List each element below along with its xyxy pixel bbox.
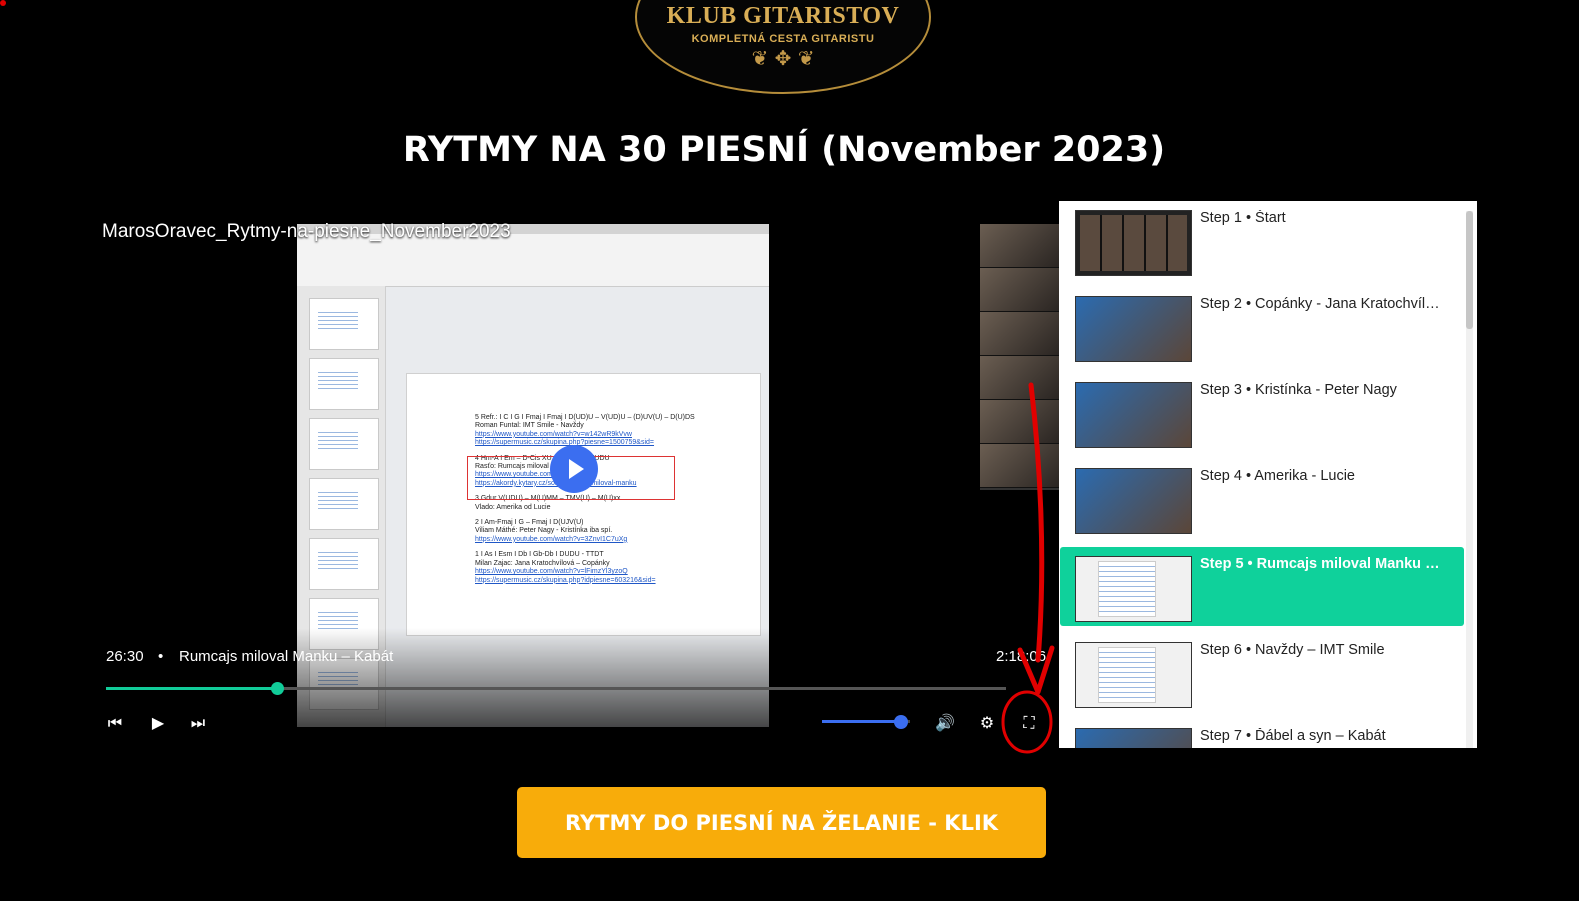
volume-icon[interactable]: 🔊 (934, 712, 956, 734)
skip-forward-icon[interactable]: ⏭ (187, 712, 209, 734)
slide-line: 1 I As I Esm I Db I Gb-Db I DUDU - TTDT (475, 551, 604, 559)
slide-line (475, 512, 765, 519)
chapter-separator: • (158, 648, 164, 665)
slide-line: Viliam Máthé: Peter Nagy - Kristínka iba… (475, 527, 613, 535)
step-label: Step 2 • Copánky - Jana Kratochvílová (1200, 296, 1440, 312)
play-icon[interactable]: ▶ (147, 712, 169, 734)
step-thumbnail (1075, 382, 1192, 448)
slide-line: Roman Funtal: IMT Smile - Navždy (475, 422, 584, 430)
video-player[interactable]: 5 Refr.: I C I G I Fmaj I Fmaj I D(UD)U … (86, 201, 1059, 748)
slide-line (475, 448, 765, 455)
step-thumbnail (1075, 642, 1192, 708)
step-label: Step 4 • Amerika - Lucie (1200, 468, 1355, 484)
step-label: Step 7 • Ďábel a syn – Kabát (1200, 728, 1386, 744)
playlist-item[interactable]: Step 6 • Navždy – IMT Smile (1060, 633, 1464, 712)
video-participants (980, 224, 1059, 490)
logo-ornament-icon: ❦ ✥ ❦ (751, 46, 815, 70)
step-label: Step 5 • Rumcajs miloval Manku – Kabát (1200, 556, 1440, 572)
step-thumbnail (1075, 296, 1192, 362)
slide-line: https://www.youtube.com/watch?v=3ZnvI1C7… (475, 535, 628, 543)
playlist-item[interactable]: Step 7 • Ďábel a syn – Kabát (1060, 719, 1464, 748)
progress-handle[interactable] (271, 682, 284, 695)
skip-back-icon[interactable]: ⏮ (104, 712, 126, 734)
fullscreen-icon[interactable]: ⛶ (1018, 712, 1040, 734)
playlist-sidebar[interactable]: Step 1 • Štart Step 2 • Copánky - Jana K… (1059, 201, 1477, 748)
step-thumbnail (1075, 556, 1192, 622)
big-play-icon[interactable] (550, 445, 598, 493)
video-title: MarosOravec_Rytmy-na-piesne_November2023 (102, 221, 511, 242)
slide-line: Vlado: Amerika od Lucie (475, 503, 551, 511)
annotation-dot (0, 0, 6, 6)
current-chapter: Rumcajs miloval Manku – Kabát (179, 648, 394, 665)
progress-fill (106, 687, 277, 690)
playlist-scroll-thumb[interactable] (1466, 211, 1473, 329)
logo-subtitle: KOMPLETNÁ CESTA GITARISTU (691, 33, 875, 45)
slide-line: https://supermusic.cz/skupina.php?idpies… (475, 576, 656, 584)
site-logo[interactable]: KLUB GITARISTOV KOMPLETNÁ CESTA GITARIST… (635, 0, 931, 94)
playlist-item[interactable]: Step 1 • Štart (1060, 201, 1464, 280)
slide-line: 2 I Am-Fmaj I G – Fmaj I D(UJV(U) (475, 519, 584, 527)
playlist-item[interactable]: Step 5 • Rumcajs miloval Manku – Kabát (1060, 547, 1464, 626)
slide-line: Milan Zajac: Jana Kratochvílová – Copánk… (475, 559, 610, 567)
total-time: 2:18:06 (996, 648, 1047, 665)
step-thumbnail (1075, 728, 1192, 748)
playlist-item[interactable]: Step 2 • Copánky - Jana Kratochvílová (1060, 287, 1464, 366)
settings-icon[interactable]: ⚙ (976, 712, 998, 734)
slide-line (475, 544, 765, 551)
step-thumbnail (1075, 468, 1192, 534)
logo-title: KLUB GITARISTOV (666, 3, 900, 29)
step-label: Step 3 • Kristínka - Peter Nagy (1200, 382, 1397, 398)
slide-line: https://supermusic.cz/skupina.php?piesne… (475, 439, 655, 447)
step-label: Step 1 • Štart (1200, 210, 1286, 226)
current-time: 26:30 (106, 648, 144, 665)
slide-line: 5 Refr.: I C I G I Fmaj I Fmaj I D(UD)U … (475, 414, 695, 421)
step-label: Step 6 • Navždy – IMT Smile (1200, 642, 1385, 658)
cta-button[interactable]: RYTMY DO PIESNÍ NA ŽELANIE - KLIK (517, 787, 1046, 858)
slide-line: https://www.youtube.com/watch?v=lFimzYl3… (475, 568, 628, 576)
slide-line: https://www.youtube.com/watch?v=w142wR9k… (475, 430, 632, 438)
playlist-item[interactable]: Step 3 • Kristínka - Peter Nagy (1060, 373, 1464, 452)
volume-fill (822, 720, 902, 723)
step-thumbnail (1075, 210, 1192, 276)
page-title: RYTMY NA 30 PIESNÍ (November 2023) (402, 130, 1166, 170)
playlist-item[interactable]: Step 4 • Amerika - Lucie (1060, 459, 1464, 538)
